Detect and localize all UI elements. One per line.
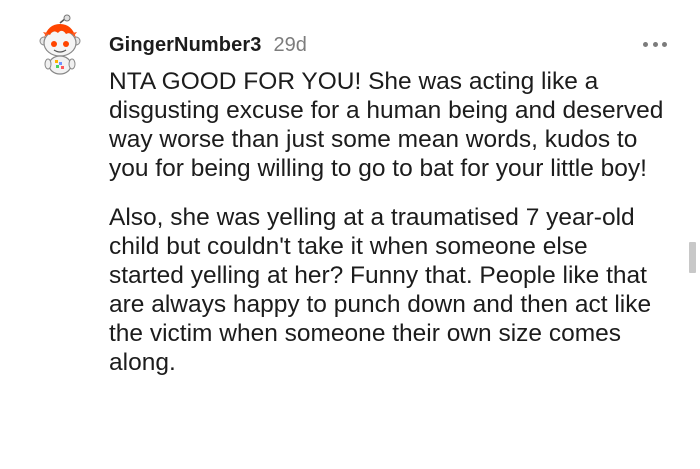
- scrollbar-thumb[interactable]: [689, 242, 696, 273]
- more-options-button[interactable]: [640, 34, 670, 54]
- user-avatar[interactable]: [36, 14, 84, 76]
- more-options-icon: [662, 41, 667, 47]
- comment-header: GingerNumber3 29d: [109, 33, 307, 57]
- more-options-icon: [652, 41, 658, 47]
- comment-body: NTA GOOD FOR YOU! She was acting like a …: [109, 67, 669, 377]
- comment: GingerNumber3 29d NTA GOOD FOR YOU! She …: [0, 0, 700, 469]
- more-options-icon: [643, 41, 648, 47]
- comment-paragraph: Also, she was yelling at a traumatised 7…: [109, 204, 652, 376]
- comment-author[interactable]: GingerNumber3: [109, 34, 261, 57]
- comment-paragraph: NTA GOOD FOR YOU! She was acting like a …: [109, 68, 664, 182]
- comment-timestamp[interactable]: 29d: [273, 34, 306, 57]
- snoo-avatar-icon: [39, 14, 81, 75]
